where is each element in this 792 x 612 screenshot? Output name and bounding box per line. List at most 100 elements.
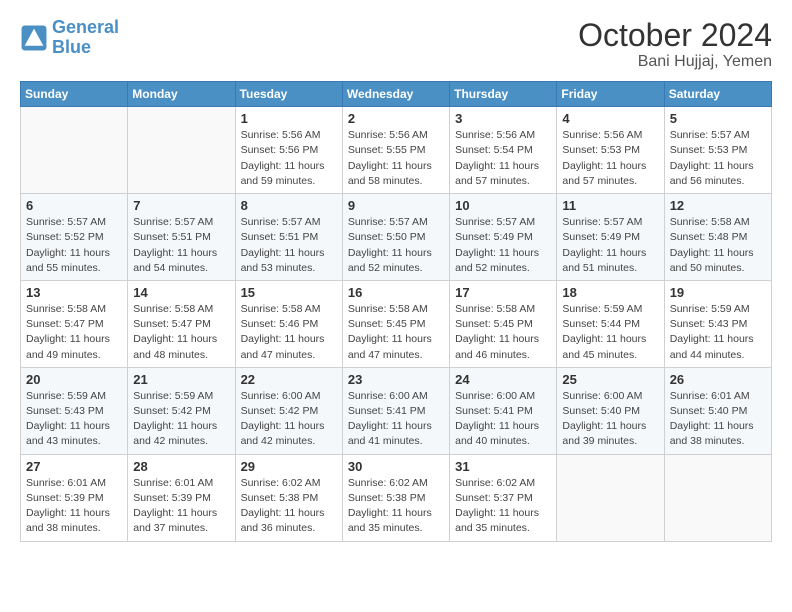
day-number: 13 xyxy=(26,285,122,300)
col-thursday: Thursday xyxy=(450,82,557,107)
logo-general: General xyxy=(52,17,119,37)
day-info: Sunrise: 5:57 AM Sunset: 5:51 PM Dayligh… xyxy=(241,215,337,276)
day-number: 7 xyxy=(133,198,229,213)
calendar-week-row: 27 Sunrise: 6:01 AM Sunset: 5:39 PM Dayli… xyxy=(21,454,772,541)
day-info: Sunrise: 6:01 AM Sunset: 5:39 PM Dayligh… xyxy=(26,476,122,537)
table-row: 10 Sunrise: 5:57 AM Sunset: 5:49 PM Dayli… xyxy=(450,194,557,281)
day-info: Sunrise: 6:01 AM Sunset: 5:40 PM Dayligh… xyxy=(670,389,766,450)
table-row: 1Sunrise: 5:56 AM Sunset: 5:56 PM Daylig… xyxy=(235,107,342,194)
table-row: 22 Sunrise: 6:00 AM Sunset: 5:42 PM Dayli… xyxy=(235,367,342,454)
day-number: 5 xyxy=(670,111,766,126)
day-info: Sunrise: 5:57 AM Sunset: 5:52 PM Dayligh… xyxy=(26,215,122,276)
day-info: Sunrise: 6:02 AM Sunset: 5:38 PM Dayligh… xyxy=(241,476,337,537)
table-row: 24 Sunrise: 6:00 AM Sunset: 5:41 PM Dayli… xyxy=(450,367,557,454)
table-row: 27 Sunrise: 6:01 AM Sunset: 5:39 PM Dayli… xyxy=(21,454,128,541)
day-number: 1 xyxy=(241,111,337,126)
calendar-header-row: Sunday Monday Tuesday Wednesday Thursday… xyxy=(21,82,772,107)
logo-icon xyxy=(20,24,48,52)
table-row: 30 Sunrise: 6:02 AM Sunset: 5:38 PM Dayli… xyxy=(342,454,449,541)
table-row: 9Sunrise: 5:57 AM Sunset: 5:50 PM Daylig… xyxy=(342,194,449,281)
day-info: Sunrise: 5:56 AM Sunset: 5:54 PM Dayligh… xyxy=(455,128,551,189)
col-saturday: Saturday xyxy=(664,82,771,107)
table-row: 18 Sunrise: 5:59 AM Sunset: 5:44 PM Dayli… xyxy=(557,280,664,367)
table-row: 23 Sunrise: 6:00 AM Sunset: 5:41 PM Dayli… xyxy=(342,367,449,454)
day-info: Sunrise: 6:02 AM Sunset: 5:37 PM Dayligh… xyxy=(455,476,551,537)
day-number: 17 xyxy=(455,285,551,300)
day-number: 28 xyxy=(133,459,229,474)
table-row: 15 Sunrise: 5:58 AM Sunset: 5:46 PM Dayli… xyxy=(235,280,342,367)
day-info: Sunrise: 5:58 AM Sunset: 5:47 PM Dayligh… xyxy=(26,302,122,363)
calendar-week-row: 20 Sunrise: 5:59 AM Sunset: 5:43 PM Dayli… xyxy=(21,367,772,454)
table-row: 29 Sunrise: 6:02 AM Sunset: 5:38 PM Dayli… xyxy=(235,454,342,541)
table-row: 13 Sunrise: 5:58 AM Sunset: 5:47 PM Dayli… xyxy=(21,280,128,367)
day-number: 16 xyxy=(348,285,444,300)
day-number: 22 xyxy=(241,372,337,387)
table-row: 14Sunrise: 5:58 AM Sunset: 5:47 PM Dayli… xyxy=(128,280,235,367)
day-number: 27 xyxy=(26,459,122,474)
logo-text: General Blue xyxy=(52,18,119,58)
page-container: General Blue October 2024 Bani Hujjaj, Y… xyxy=(0,0,792,552)
col-sunday: Sunday xyxy=(21,82,128,107)
day-number: 6 xyxy=(26,198,122,213)
day-number: 24 xyxy=(455,372,551,387)
day-number: 20 xyxy=(26,372,122,387)
table-row: 7Sunrise: 5:57 AM Sunset: 5:51 PM Daylig… xyxy=(128,194,235,281)
table-row: 4Sunrise: 5:56 AM Sunset: 5:53 PM Daylig… xyxy=(557,107,664,194)
day-number: 23 xyxy=(348,372,444,387)
logo: General Blue xyxy=(20,18,119,58)
day-info: Sunrise: 5:59 AM Sunset: 5:43 PM Dayligh… xyxy=(26,389,122,450)
calendar-week-row: 1Sunrise: 5:56 AM Sunset: 5:56 PM Daylig… xyxy=(21,107,772,194)
table-row: 31Sunrise: 6:02 AM Sunset: 5:37 PM Dayli… xyxy=(450,454,557,541)
day-number: 15 xyxy=(241,285,337,300)
day-info: Sunrise: 5:58 AM Sunset: 5:48 PM Dayligh… xyxy=(670,215,766,276)
table-row: 25 Sunrise: 6:00 AM Sunset: 5:40 PM Dayli… xyxy=(557,367,664,454)
day-number: 30 xyxy=(348,459,444,474)
col-monday: Monday xyxy=(128,82,235,107)
day-info: Sunrise: 6:00 AM Sunset: 5:40 PM Dayligh… xyxy=(562,389,658,450)
logo-blue: Blue xyxy=(52,37,91,57)
header: General Blue October 2024 Bani Hujjaj, Y… xyxy=(20,18,772,71)
day-info: Sunrise: 6:00 AM Sunset: 5:41 PM Dayligh… xyxy=(348,389,444,450)
table-row: 5 Sunrise: 5:57 AM Sunset: 5:53 PM Daylig… xyxy=(664,107,771,194)
col-tuesday: Tuesday xyxy=(235,82,342,107)
day-info: Sunrise: 6:02 AM Sunset: 5:38 PM Dayligh… xyxy=(348,476,444,537)
calendar-week-row: 13 Sunrise: 5:58 AM Sunset: 5:47 PM Dayli… xyxy=(21,280,772,367)
day-number: 3 xyxy=(455,111,551,126)
day-number: 26 xyxy=(670,372,766,387)
day-number: 8 xyxy=(241,198,337,213)
day-number: 10 xyxy=(455,198,551,213)
day-number: 4 xyxy=(562,111,658,126)
day-number: 12 xyxy=(670,198,766,213)
day-number: 11 xyxy=(562,198,658,213)
day-info: Sunrise: 5:58 AM Sunset: 5:46 PM Dayligh… xyxy=(241,302,337,363)
day-info: Sunrise: 5:57 AM Sunset: 5:53 PM Dayligh… xyxy=(670,128,766,189)
table-row: 11Sunrise: 5:57 AM Sunset: 5:49 PM Dayli… xyxy=(557,194,664,281)
day-number: 9 xyxy=(348,198,444,213)
day-number: 25 xyxy=(562,372,658,387)
table-row: 6 Sunrise: 5:57 AM Sunset: 5:52 PM Daylig… xyxy=(21,194,128,281)
day-number: 29 xyxy=(241,459,337,474)
day-info: Sunrise: 5:59 AM Sunset: 5:44 PM Dayligh… xyxy=(562,302,658,363)
table-row xyxy=(557,454,664,541)
day-number: 2 xyxy=(348,111,444,126)
table-row: 17Sunrise: 5:58 AM Sunset: 5:45 PM Dayli… xyxy=(450,280,557,367)
month-title: October 2024 xyxy=(578,18,772,53)
day-info: Sunrise: 6:00 AM Sunset: 5:42 PM Dayligh… xyxy=(241,389,337,450)
table-row xyxy=(21,107,128,194)
day-info: Sunrise: 5:59 AM Sunset: 5:42 PM Dayligh… xyxy=(133,389,229,450)
day-info: Sunrise: 5:56 AM Sunset: 5:55 PM Dayligh… xyxy=(348,128,444,189)
table-row: 2 Sunrise: 5:56 AM Sunset: 5:55 PM Daylig… xyxy=(342,107,449,194)
day-info: Sunrise: 5:59 AM Sunset: 5:43 PM Dayligh… xyxy=(670,302,766,363)
location-title: Bani Hujjaj, Yemen xyxy=(578,53,772,71)
table-row: 20 Sunrise: 5:59 AM Sunset: 5:43 PM Dayli… xyxy=(21,367,128,454)
day-info: Sunrise: 5:57 AM Sunset: 5:49 PM Dayligh… xyxy=(455,215,551,276)
day-number: 19 xyxy=(670,285,766,300)
col-wednesday: Wednesday xyxy=(342,82,449,107)
table-row: 3 Sunrise: 5:56 AM Sunset: 5:54 PM Daylig… xyxy=(450,107,557,194)
table-row: 21 Sunrise: 5:59 AM Sunset: 5:42 PM Dayli… xyxy=(128,367,235,454)
day-number: 18 xyxy=(562,285,658,300)
col-friday: Friday xyxy=(557,82,664,107)
table-row xyxy=(128,107,235,194)
day-info: Sunrise: 6:00 AM Sunset: 5:41 PM Dayligh… xyxy=(455,389,551,450)
day-number: 21 xyxy=(133,372,229,387)
